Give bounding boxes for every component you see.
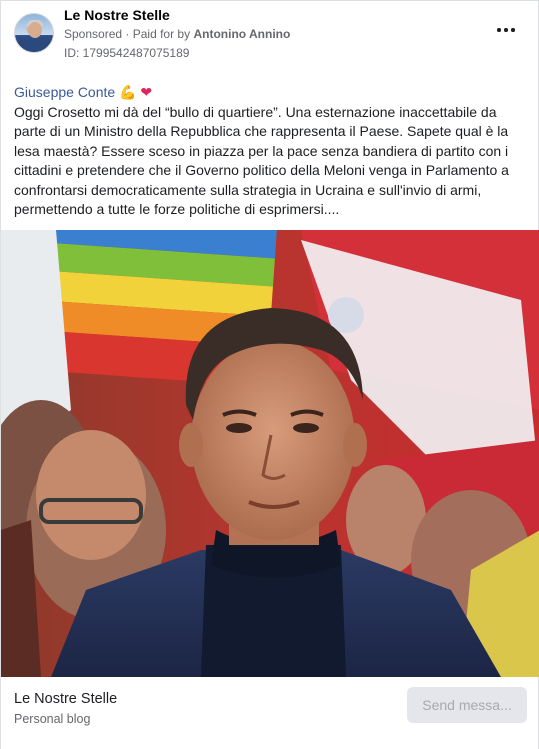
page-name-link[interactable]: Le Nostre Stelle (64, 7, 170, 23)
post-body: Oggi Crosetto mi dà del “bullo di quarti… (14, 103, 509, 218)
sponsored-line: Sponsored · Paid for by Antonino Annino (64, 27, 290, 41)
send-message-button[interactable]: Send messa... (407, 687, 527, 723)
sponsored-label: Sponsored (64, 27, 123, 41)
ad-id: ID: 1799542487075189 (64, 46, 190, 60)
post-photo-graphic (1, 230, 539, 677)
more-options-icon[interactable] (496, 19, 516, 39)
sponsored-post-card: Le Nostre Stelle Sponsored · Paid for by… (0, 0, 539, 749)
post-footer: Le Nostre Stelle Personal blog Send mess… (1, 677, 538, 749)
post-author-name[interactable]: Giuseppe Conte (14, 84, 115, 100)
flexed-biceps-icon: 💪 (119, 84, 137, 100)
paid-for-label: Paid for by (132, 27, 191, 41)
paid-for-name: Antonino Annino (193, 27, 291, 41)
heart-icon: ❤ (140, 84, 153, 100)
page-avatar[interactable] (14, 13, 54, 53)
footer-page-name[interactable]: Le Nostre Stelle (14, 691, 117, 707)
post-author-line: Giuseppe Conte 💪 ❤ (14, 83, 529, 103)
separator-dot: · (125, 27, 130, 41)
post-text: Giuseppe Conte 💪 ❤ Oggi Crosetto mi dà d… (14, 83, 529, 220)
post-header: Le Nostre Stelle Sponsored · Paid for by… (1, 1, 538, 71)
footer-page-category: Personal blog (14, 712, 91, 726)
post-image[interactable] (1, 230, 539, 677)
